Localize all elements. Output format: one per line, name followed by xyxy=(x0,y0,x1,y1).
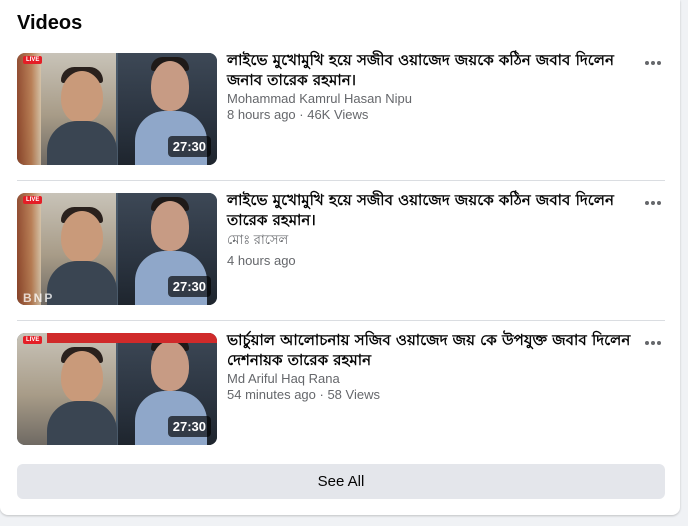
video-title[interactable]: লাইভে মুখোমুখি হয়ে সজীব ওয়াজেদ জয়কে ক… xyxy=(227,190,637,230)
video-author[interactable]: Md Ariful Haq Rana xyxy=(227,371,637,386)
person-face xyxy=(61,71,103,123)
live-badge: LIVE xyxy=(23,336,43,344)
video-thumbnail[interactable]: LIVE BNP 27:30 xyxy=(17,193,217,305)
video-title[interactable]: লাইভে মুখোমুখি হয়ে সজীব ওয়াজেদ জয়কে ক… xyxy=(227,50,637,90)
live-badge: LIVE xyxy=(23,56,43,64)
see-all-button[interactable]: See All xyxy=(17,464,665,499)
video-duration: 27:30 xyxy=(167,276,211,297)
person-face xyxy=(151,201,189,251)
video-author[interactable]: মোঃ রাসেল xyxy=(227,231,637,252)
video-item[interactable]: LIVE 27:30 ভার্চুয়াল আলোচনায় সজিব ওয়া… xyxy=(17,330,665,445)
more-dots-icon xyxy=(645,201,649,205)
video-title[interactable]: ভার্চুয়াল আলোচনায় সজিব ওয়াজেদ জয় কে … xyxy=(227,330,637,370)
more-dots-icon xyxy=(657,201,661,205)
video-item[interactable]: LIVE 27:30 লাইভে মুখোমুখি হয়ে সজীব ওয়া… xyxy=(17,50,665,165)
more-options-button[interactable] xyxy=(641,55,665,71)
person-face xyxy=(61,351,103,403)
video-info: লাইভে মুখোমুখি হয়ে সজীব ওয়াজেদ জয়কে ক… xyxy=(227,50,637,122)
section-title: Videos xyxy=(17,12,83,34)
video-author[interactable]: Mohammad Kamrul Hasan Nipu xyxy=(227,91,637,106)
video-duration: 27:30 xyxy=(167,416,211,437)
video-meta: 54 minutes ago · 58 Views xyxy=(227,387,380,402)
more-options-button[interactable] xyxy=(641,195,665,211)
person-body xyxy=(47,401,117,445)
person-body xyxy=(47,121,117,165)
person-face xyxy=(151,61,189,111)
video-item[interactable]: LIVE BNP 27:30 লাইভে মুখোমুখি হয়ে সজীব … xyxy=(17,190,665,305)
person-body xyxy=(47,261,117,305)
video-thumbnail[interactable]: LIVE 27:30 xyxy=(17,53,217,165)
more-dots-icon xyxy=(651,201,655,205)
more-dots-icon xyxy=(657,61,661,65)
video-meta: 8 hours ago · 46K Views xyxy=(227,107,369,122)
more-dots-icon xyxy=(651,61,655,65)
bookshelf-graphic xyxy=(17,193,41,305)
video-thumbnail[interactable]: LIVE 27:30 xyxy=(17,333,217,445)
video-duration: 27:30 xyxy=(167,136,211,157)
person-face xyxy=(61,211,103,263)
video-info: ভার্চুয়াল আলোচনায় সজিব ওয়াজেদ জয় কে … xyxy=(227,330,637,402)
more-dots-icon xyxy=(645,61,649,65)
more-dots-icon xyxy=(645,341,649,345)
more-dots-icon xyxy=(651,341,655,345)
live-badge: LIVE xyxy=(23,196,43,204)
divider xyxy=(17,180,665,181)
divider xyxy=(17,320,665,321)
person-face xyxy=(151,341,189,391)
bookshelf-graphic xyxy=(17,53,41,165)
more-dots-icon xyxy=(657,341,661,345)
video-info: লাইভে মুখোমুখি হয়ে সজীব ওয়াজেদ জয়কে ক… xyxy=(227,190,637,268)
video-meta: 4 hours ago xyxy=(227,253,296,268)
watermark-text: BNP xyxy=(23,291,55,305)
news-banner xyxy=(47,333,217,343)
more-options-button[interactable] xyxy=(641,335,665,351)
videos-card: Videos LIVE 27:30 লাইভে মুখোমুখি হয়ে সজ… xyxy=(0,0,680,515)
